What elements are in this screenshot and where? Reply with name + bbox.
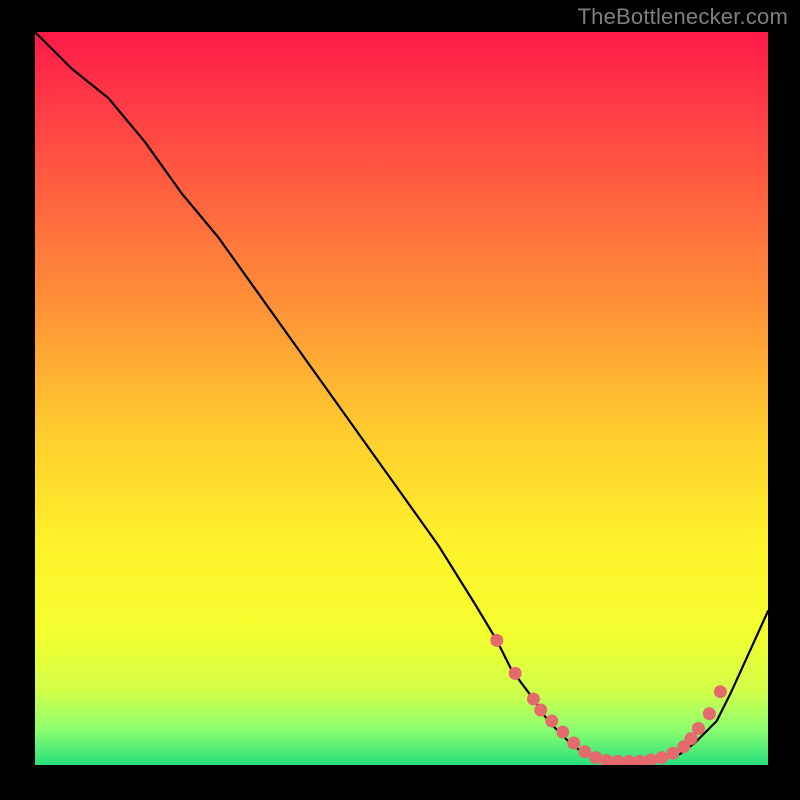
attribution-label: TheBottlenecker.com [578,4,788,30]
data-marker [589,751,602,764]
data-marker [714,685,727,698]
data-marker [490,634,503,647]
data-marker [545,715,558,728]
data-marker [534,704,547,717]
data-marker [692,722,705,735]
data-marker [527,693,540,706]
data-marker [509,667,522,680]
chart-stage: TheBottlenecker.com [0,0,800,800]
data-marker [578,745,591,758]
plot-area [35,32,768,765]
data-marker [567,737,580,750]
data-marker [703,707,716,720]
data-marker [666,747,679,760]
data-marker [556,726,569,739]
plot-svg [35,32,768,765]
